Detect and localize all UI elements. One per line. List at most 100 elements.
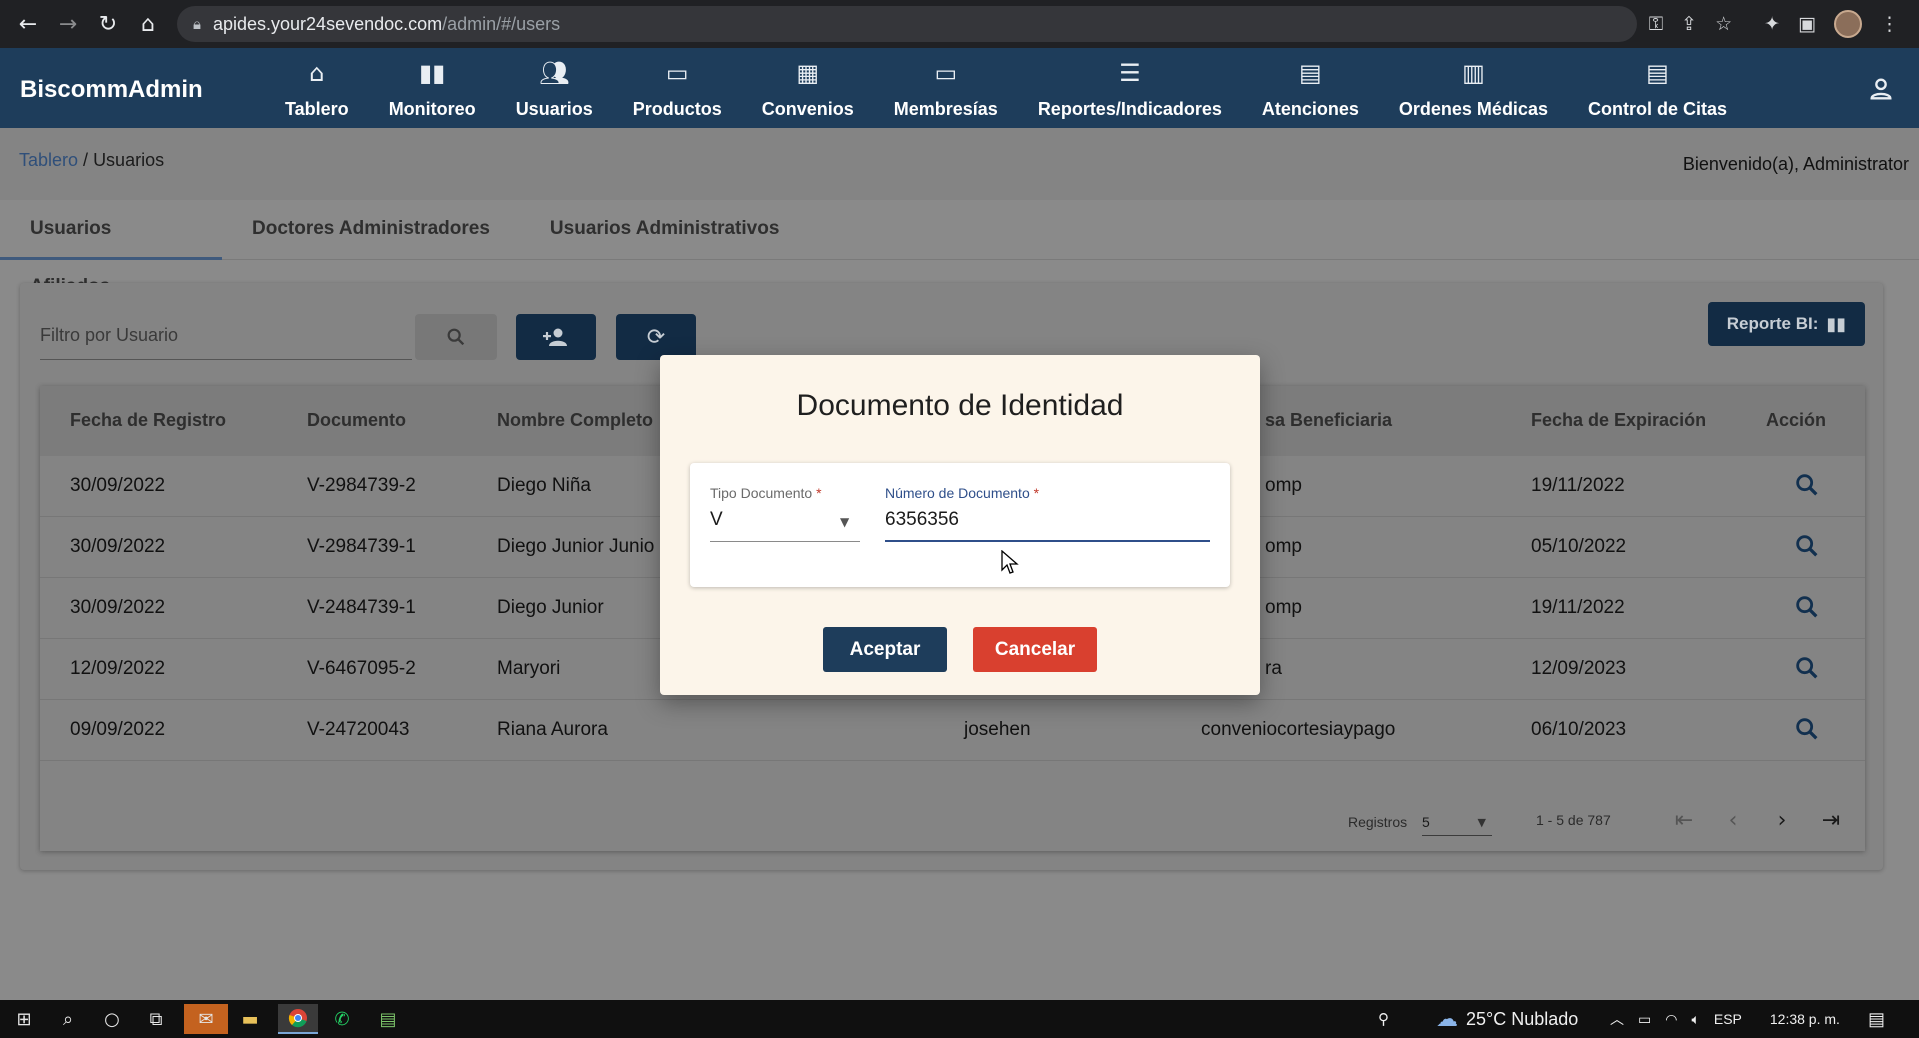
subheader: Tablero / Usuarios Bienvenido(a), Admini…	[0, 128, 1919, 200]
menu-item-tablero[interactable]: ⌂ Tablero	[265, 48, 369, 128]
report-bi-button[interactable]: Reporte BI: ▮▮	[1708, 302, 1865, 346]
view-search-icon[interactable]	[1793, 715, 1821, 743]
view-search-icon[interactable]	[1793, 532, 1821, 560]
prev-page-icon[interactable]: ‹	[1715, 802, 1751, 838]
menu-label: Atenciones	[1261, 99, 1359, 119]
task-view-icon[interactable]: ⧉	[138, 1004, 174, 1034]
cortana-icon[interactable]: ○	[94, 1004, 130, 1034]
tab-usuarios-afiliados[interactable]: Usuarios Afiliados	[0, 200, 222, 297]
chrome-icon[interactable]	[278, 1004, 318, 1034]
menu-item-monitoreo[interactable]: ▮▮ Monitoreo	[369, 48, 496, 128]
reload-icon[interactable]: ↻	[88, 4, 128, 44]
report-bi-label: Reporte BI:	[1726, 314, 1819, 333]
doc-number-value: 6356356	[885, 509, 959, 530]
cell-nombre: Diego Junior	[497, 597, 604, 618]
tab-usuarios-administrativos[interactable]: Usuarios Administrativos	[520, 200, 809, 260]
menu-item-control-citas[interactable]: ▤ Control de Citas	[1568, 48, 1747, 128]
menu-item-productos[interactable]: ▭ Productos	[613, 48, 742, 128]
cell-empresa: omp	[1265, 475, 1302, 496]
menu-item-convenios[interactable]: ▦ Convenios	[742, 48, 874, 128]
menu-item-usuarios[interactable]: 👥︎ Usuarios	[496, 48, 613, 128]
cell-documento: V-2984739-1	[307, 536, 416, 557]
spreadsheet-icon[interactable]: ▤	[370, 1004, 406, 1034]
menu-item-membresias[interactable]: ▭ Membresías	[874, 48, 1018, 128]
search-button[interactable]	[415, 314, 497, 360]
first-page-icon[interactable]: ⇤	[1666, 802, 1702, 838]
menu-label: Productos	[632, 99, 722, 119]
menu-label: Reportes/Indicadores	[1037, 99, 1222, 119]
sidebar-icon[interactable]: ▣	[1798, 13, 1816, 35]
people-icon: 👥︎	[538, 59, 570, 87]
cell-documento: V-6467095-2	[307, 658, 416, 679]
cancel-button[interactable]: Cancelar	[973, 627, 1097, 672]
view-search-icon[interactable]	[1793, 471, 1821, 499]
cell-fecha: 12/09/2022	[70, 658, 166, 679]
dialog-title: Documento de Identidad	[796, 389, 1124, 422]
accept-button[interactable]: Aceptar	[823, 627, 947, 672]
doc-number-underline	[885, 540, 1210, 542]
col-nombre-completo[interactable]: Nombre Completo	[497, 410, 653, 431]
user-filter-input[interactable]	[40, 312, 412, 358]
add-user-button[interactable]	[516, 314, 596, 360]
page-size-select[interactable]: 5 ▼	[1422, 806, 1492, 836]
search-icon[interactable]: ⌕	[50, 1004, 86, 1034]
card-icon: ▭	[934, 59, 958, 87]
menu-label: Tablero	[285, 99, 349, 119]
forward-arrow-icon[interactable]: →	[48, 4, 88, 44]
menu-label: Monitoreo	[388, 99, 476, 119]
refresh-button[interactable]: ⟳	[616, 314, 696, 360]
cell-documento: V-2484739-1	[307, 597, 416, 618]
weather-text: 25°C Nublado	[1466, 1008, 1579, 1029]
col-documento[interactable]: Documento	[307, 410, 406, 431]
home-icon[interactable]: ⌂	[128, 4, 168, 44]
col-accion: Acción	[1766, 410, 1827, 430]
outlook-icon[interactable]: ✉	[184, 1004, 228, 1034]
url-text: apides.your24sevendoc.com/admin/#/users	[212, 13, 561, 34]
star-icon[interactable]: ☆	[1715, 13, 1732, 35]
clock[interactable]: 12:38 p. m.	[1770, 1011, 1840, 1027]
lock-icon: 🔒︎	[193, 15, 201, 33]
chrome-logo-icon	[288, 1009, 307, 1028]
notifications-icon[interactable]: ▤	[1868, 1000, 1885, 1038]
menu-item-atenciones[interactable]: ▤ Atenciones	[1242, 48, 1379, 128]
doc-type-value: V	[710, 509, 723, 530]
wifi-icon[interactable]: ◠	[1665, 1011, 1677, 1028]
key-icon[interactable]: ⚿	[1649, 13, 1663, 35]
volume-icon[interactable]: 🔈︎	[1691, 1011, 1699, 1028]
weather-widget[interactable]: ☁ 25°C Nublado	[1436, 1000, 1578, 1038]
col-fecha-expiracion[interactable]: Fecha de Expiración	[1531, 410, 1706, 431]
whatsapp-icon[interactable]: ✆	[324, 1004, 360, 1034]
cell-documento: V-24720043	[307, 719, 410, 740]
col-fecha-registro[interactable]: Fecha de Registro	[70, 410, 226, 431]
language-indicator[interactable]: ESP	[1714, 1011, 1742, 1027]
breadcrumb-link-tablero[interactable]: Tablero	[19, 150, 78, 170]
os-taskbar: ⊞ ⌕ ○ ⧉ ✉ ▬ ✆ ▤ ⚲ ☁ 25°C Nublado ︿ ▭ ◠ 🔈…	[0, 1000, 1919, 1038]
person-add-icon	[543, 328, 567, 346]
extensions-icon[interactable]: ✦	[1764, 13, 1780, 35]
tab-doctores-administradores[interactable]: Doctores Administradores	[222, 200, 520, 260]
menu-item-ordenes-medicas[interactable]: ▥ Ordenes Médicas	[1379, 48, 1568, 128]
next-page-icon[interactable]: ›	[1764, 802, 1800, 838]
chevron-up-icon[interactable]: ︿	[1610, 1009, 1624, 1029]
more-icon[interactable]: ⋮	[1880, 13, 1899, 35]
col-empresa-beneficiaria[interactable]: sa Beneficiaria	[1265, 410, 1392, 431]
address-bar[interactable]: 🔒︎ apides.your24sevendoc.com/admin/#/use…	[177, 6, 1637, 42]
view-search-icon[interactable]	[1793, 593, 1821, 621]
cell-fecha: 30/09/2022	[70, 597, 166, 618]
welcome-text: Bienvenido(a), Administrator	[1682, 154, 1909, 174]
back-arrow-icon[interactable]: ←	[8, 4, 48, 44]
profile-avatar[interactable]	[1834, 10, 1862, 38]
bar-chart-icon: ▮▮	[1826, 313, 1847, 335]
battery-icon[interactable]: ▭	[1638, 1011, 1651, 1028]
brand-title[interactable]: BiscommAdmin	[20, 76, 203, 104]
last-page-icon[interactable]: ⇥	[1813, 802, 1849, 838]
share-icon[interactable]: ⇪	[1681, 13, 1697, 35]
windows-start-icon[interactable]: ⊞	[6, 1004, 42, 1034]
account-icon[interactable]	[1867, 75, 1895, 103]
menu-item-reportes[interactable]: ☰ Reportes/Indicadores	[1018, 48, 1242, 128]
file-explorer-icon[interactable]: ▬	[232, 1004, 268, 1034]
sync-icon: ⟳	[646, 324, 666, 350]
mouse-cursor-icon	[1001, 550, 1019, 574]
people-tray-icon[interactable]: ⚲	[1378, 1000, 1389, 1038]
view-search-icon[interactable]	[1793, 654, 1821, 682]
